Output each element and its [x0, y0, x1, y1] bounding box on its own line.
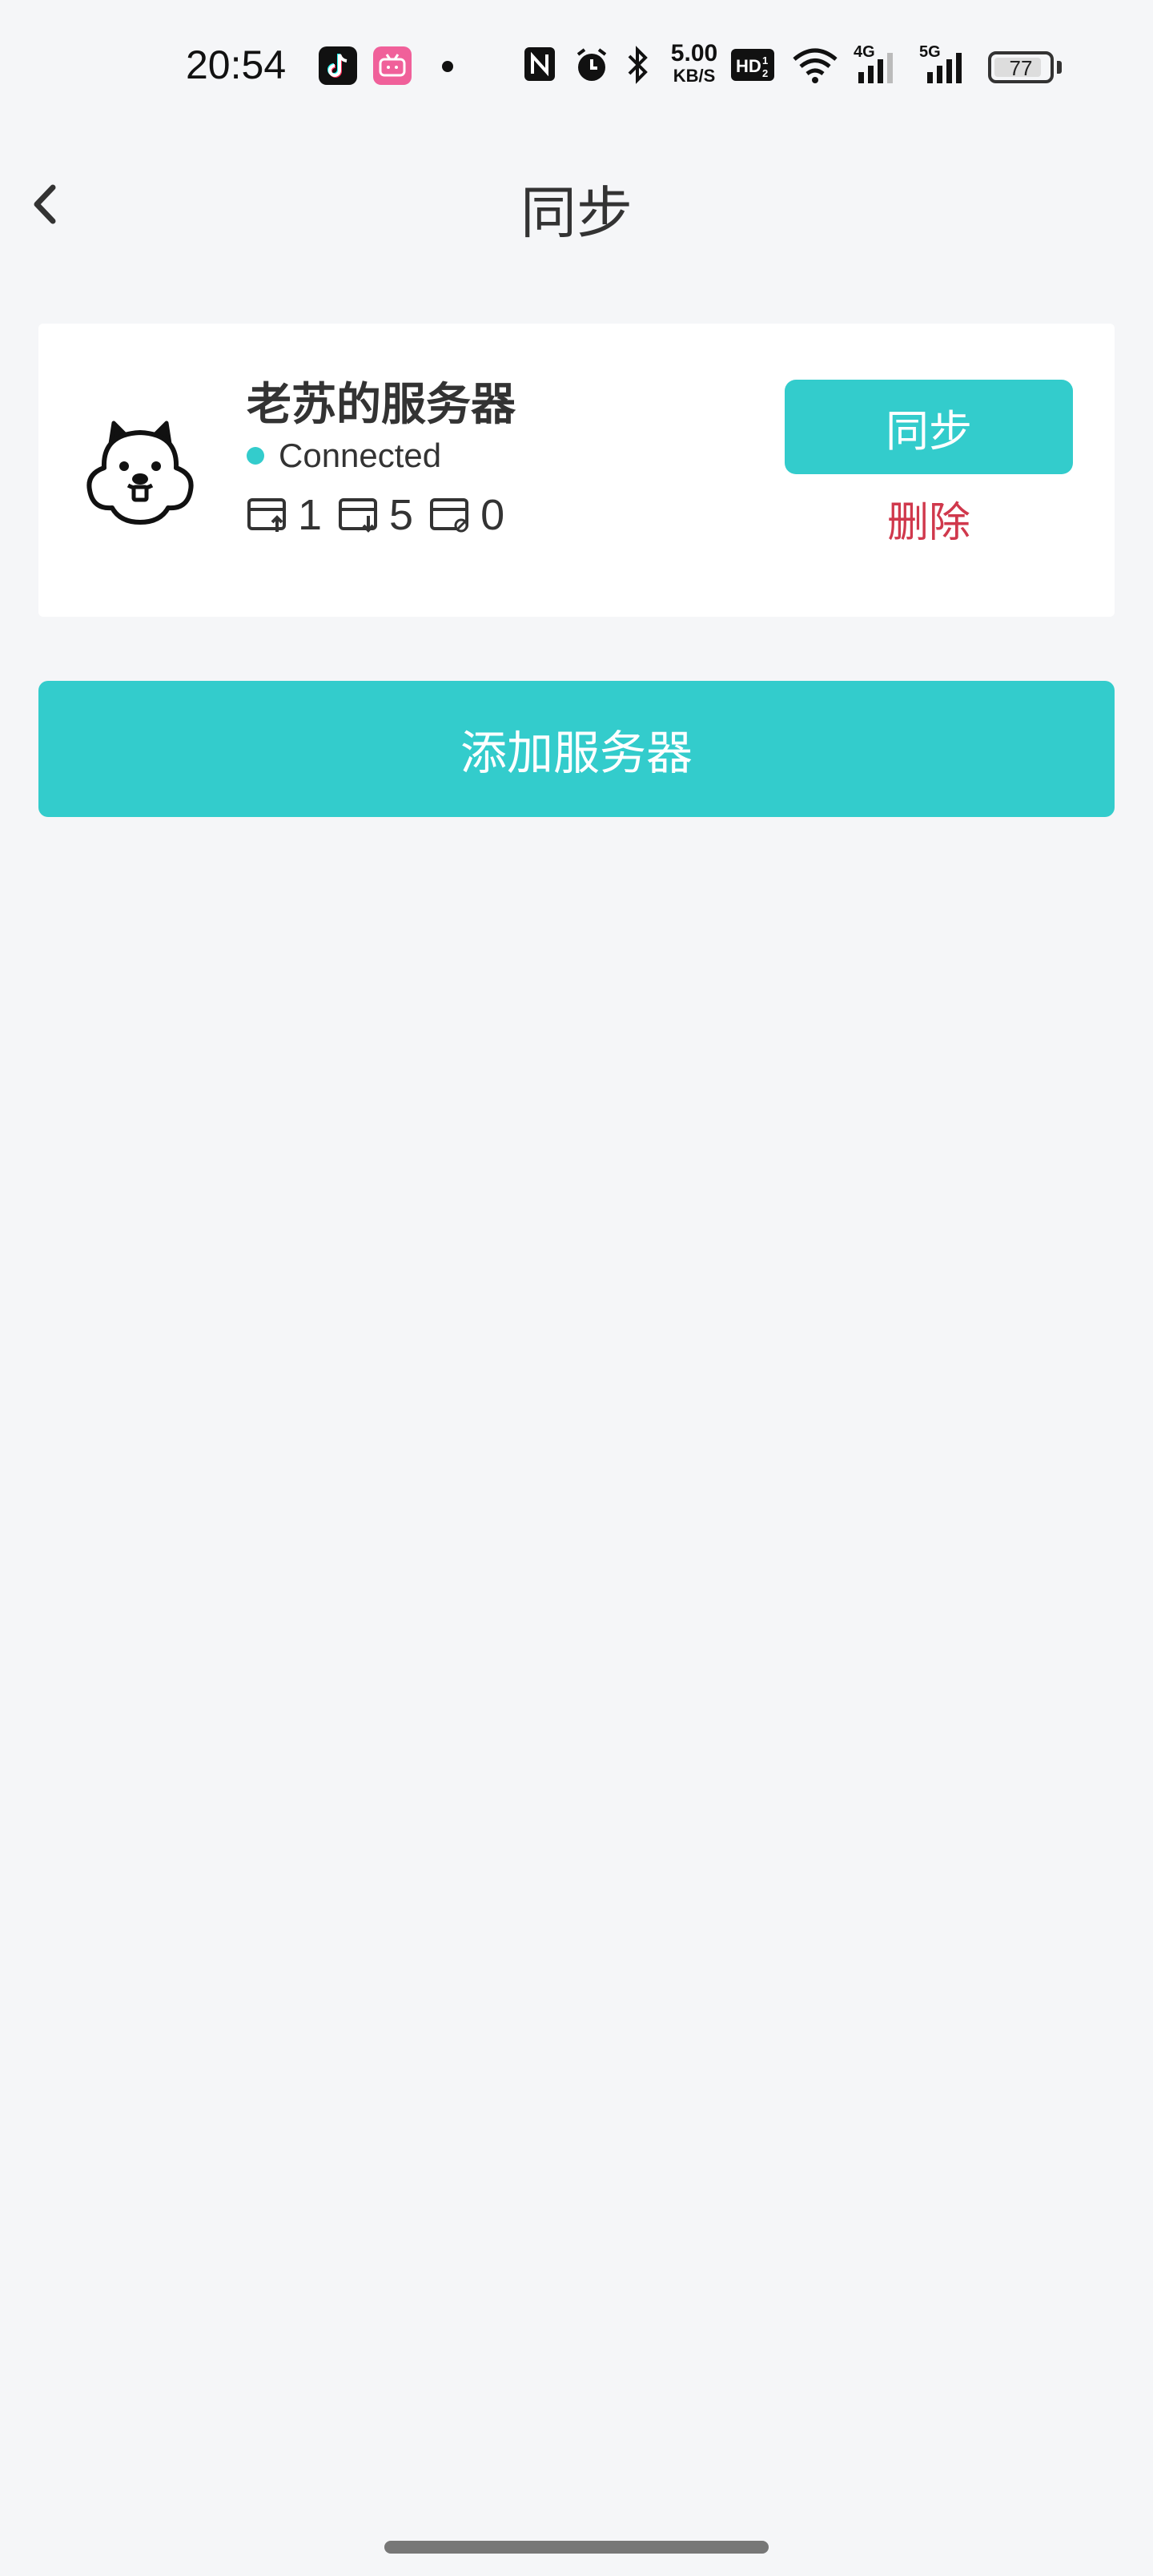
notification-dot-icon [442, 61, 453, 72]
battery-tip [1057, 61, 1062, 74]
nfc-icon [522, 45, 557, 87]
sync-button[interactable]: 同步 [785, 380, 1073, 474]
upload-icon [247, 498, 286, 532]
delete-button[interactable]: 删除 [785, 489, 1073, 549]
download-icon [339, 498, 378, 533]
beaver-icon [80, 412, 200, 532]
network-speed-value: 5.00 [670, 40, 718, 66]
add-server-button[interactable]: 添加服务器 [38, 681, 1115, 817]
conflict-count-value: 0 [480, 491, 505, 539]
download-count-value: 5 [389, 491, 414, 539]
conflict-count: 0 [429, 490, 504, 540]
bluetooth-icon [625, 45, 652, 88]
wifi-icon [791, 46, 839, 88]
hd-label: HD [736, 56, 761, 76]
page-title: 同步 [520, 180, 633, 246]
conflict-icon [430, 498, 469, 533]
upload-count-value: 1 [298, 491, 323, 539]
server-name: 老苏的服务器 [247, 379, 516, 431]
network-speed: 5.00 KB/S [666, 42, 722, 85]
alarm-icon [572, 45, 612, 88]
battery-icon: 77 [988, 51, 1054, 83]
sync-counts: 1 5 0 [247, 487, 520, 543]
status-bar: 20:54 5.00 KB/S HD 1 2 4G 5G 77 [0, 0, 1153, 132]
status-time: 20:54 [186, 42, 287, 87]
hd-voice-icon: HD 1 2 [730, 48, 775, 85]
download-count: 5 [338, 490, 413, 540]
bilibili-icon [373, 46, 412, 85]
network-speed-unit: KB/S [673, 66, 716, 86]
header: 同步 [0, 152, 1153, 256]
tiktok-icon [319, 46, 357, 85]
home-indicator[interactable] [384, 2541, 769, 2554]
status-text: Connected [279, 437, 442, 474]
upload-count: 1 [247, 490, 322, 540]
connection-status: Connected [247, 436, 441, 476]
server-card: 老苏的服务器 Connected 1 5 0 同步 删除 [38, 324, 1115, 617]
svg-text:2: 2 [762, 67, 768, 79]
signal-4g-icon: 4G [854, 43, 902, 85]
battery-level: 77 [1009, 56, 1033, 80]
svg-text:1: 1 [762, 54, 768, 66]
sync-screen: 20:54 5.00 KB/S HD 1 2 4G 5G 77 同步 老苏的服务… [0, 0, 1153, 2576]
status-dot-icon [247, 447, 264, 465]
signal-5g-icon: 5G [919, 43, 972, 85]
